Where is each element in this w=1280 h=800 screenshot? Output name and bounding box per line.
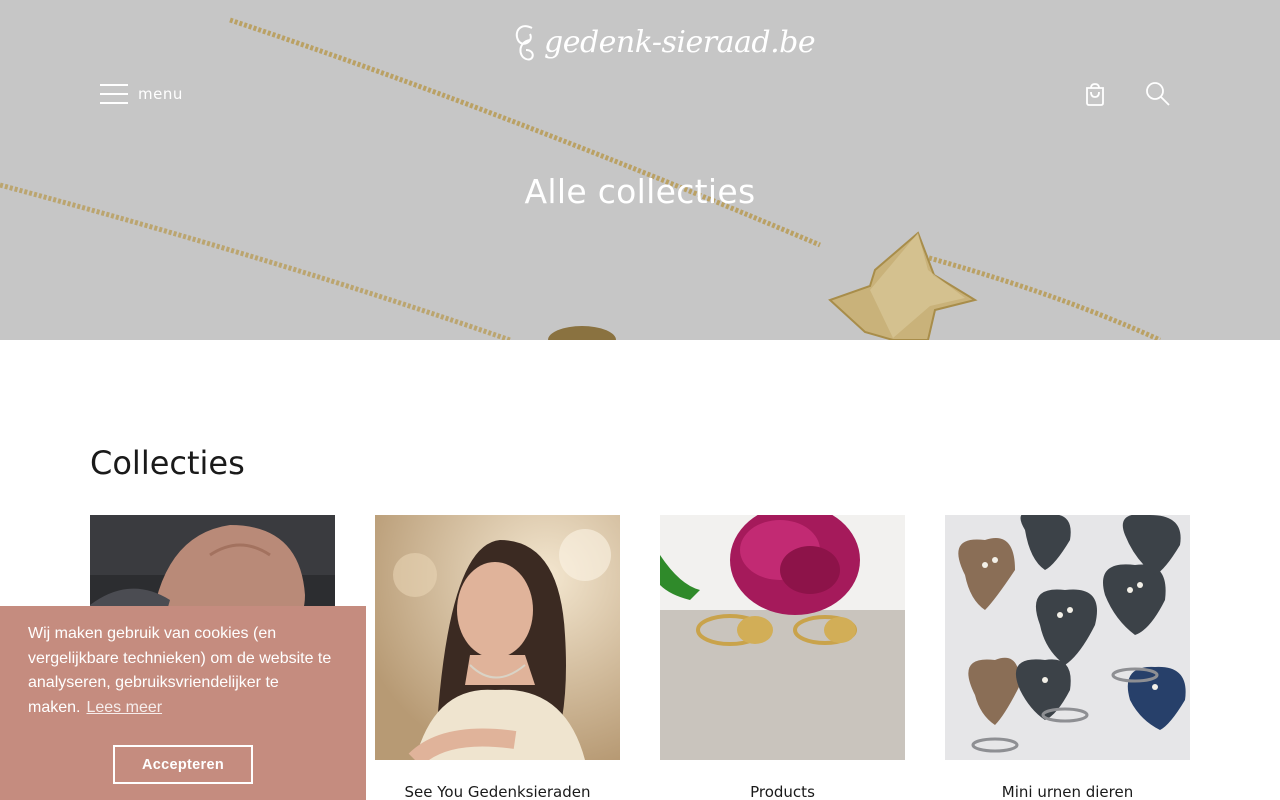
menu-label: menu: [138, 85, 183, 103]
logo-text: gedenk-sieraad.be: [544, 24, 816, 60]
menu-button[interactable]: menu: [100, 82, 183, 106]
collection-label[interactable]: Mini urnen dieren: [945, 783, 1190, 800]
collection-label[interactable]: Products: [660, 783, 905, 800]
site-logo[interactable]: gedenk-sieraad.be: [512, 20, 816, 64]
search-icon: [1146, 82, 1170, 106]
collection-image-rings: [660, 515, 905, 760]
cookie-message: Wij maken gebruik van cookies (en vergel…: [28, 625, 332, 716]
hero-title: Alle collecties: [524, 172, 756, 211]
collection-card[interactable]: Products: [660, 515, 905, 800]
collection-image-woman: [375, 515, 620, 760]
logo-mark-icon: [515, 25, 534, 61]
shopping-bag-icon: [1086, 83, 1104, 106]
section-title: Collecties: [90, 444, 245, 482]
cookie-banner: Wij maken gebruik van cookies (en vergel…: [0, 606, 366, 800]
collection-card[interactable]: Mini urnen dieren: [945, 515, 1190, 800]
cookie-message-block: Wij maken gebruik van cookies (en vergel…: [28, 622, 338, 720]
read-more-link[interactable]: Lees meer: [86, 699, 162, 716]
hero-banner: gedenk-sieraad.be menu Alle collecties: [0, 0, 1280, 340]
collection-image-urns: [945, 515, 1190, 760]
collection-label[interactable]: See You Gedenksieraden: [375, 783, 620, 800]
search-button[interactable]: [1144, 80, 1172, 108]
collection-card[interactable]: See You Gedenksieraden: [375, 515, 620, 800]
cart-button[interactable]: [1081, 80, 1109, 108]
hamburger-icon: [100, 84, 128, 104]
accept-cookies-button[interactable]: Accepteren: [113, 745, 253, 784]
